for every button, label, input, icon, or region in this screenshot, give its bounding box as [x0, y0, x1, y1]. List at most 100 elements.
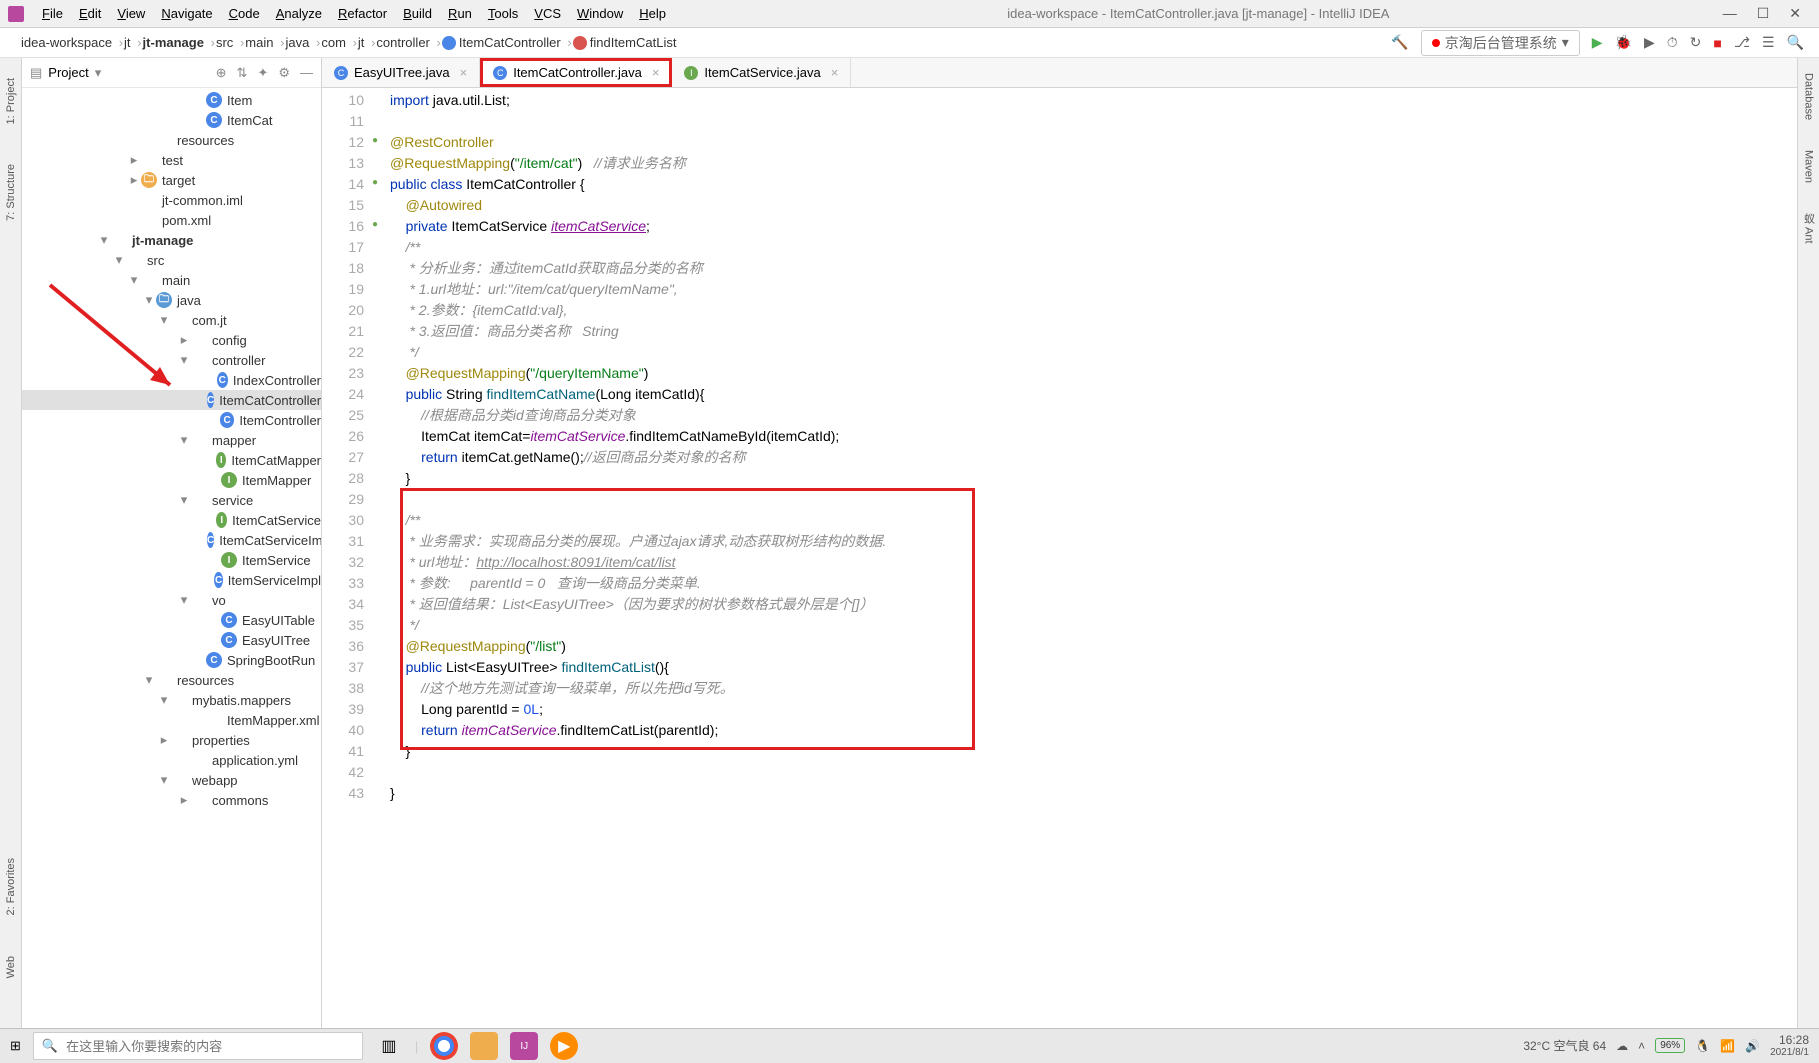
- intellij-taskbar-icon[interactable]: IJ: [510, 1032, 538, 1060]
- rail-database[interactable]: Database: [1803, 73, 1815, 120]
- tree-item-test[interactable]: ▸🗀test: [22, 150, 321, 170]
- battery-icon[interactable]: 96%: [1655, 1038, 1685, 1053]
- crumb-src[interactable]: src: [210, 35, 239, 50]
- git-icon[interactable]: ⎇: [1734, 34, 1750, 51]
- menu-navigate[interactable]: Navigate: [153, 6, 220, 21]
- tree-item-itemcatmapper[interactable]: IItemCatMapper: [22, 450, 321, 470]
- profiler-icon[interactable]: ⏱: [1667, 34, 1678, 51]
- volume-icon[interactable]: 🔊: [1745, 1039, 1760, 1053]
- tree-item-easyuitree[interactable]: CEasyUITree: [22, 630, 321, 650]
- tree-item-controller[interactable]: ▾🗀controller: [22, 350, 321, 370]
- tab-itemcatcontroller[interactable]: CItemCatController.java×: [480, 58, 672, 87]
- tree-item-mybatis-mappers[interactable]: ▾🗀mybatis.mappers: [22, 690, 321, 710]
- maximize-icon[interactable]: ☐: [1757, 5, 1770, 22]
- rail-project[interactable]: 1: Project: [5, 78, 17, 124]
- rail-favorites[interactable]: 2: Favorites: [5, 858, 17, 915]
- search-input[interactable]: [66, 1039, 354, 1054]
- crumb-itemcatcontroller[interactable]: ItemCatController: [436, 35, 567, 51]
- tree-item-itemcontroller[interactable]: CItemController: [22, 410, 321, 430]
- tree-item-springbootrun[interactable]: CSpringBootRun: [22, 650, 321, 670]
- clock-date[interactable]: 2021/8/1: [1770, 1047, 1809, 1059]
- tree-item-mapper[interactable]: ▾🗀mapper: [22, 430, 321, 450]
- menu-vcs[interactable]: VCS: [526, 6, 569, 21]
- menu-run[interactable]: Run: [440, 6, 480, 21]
- tree-item-java[interactable]: ▾🗀java: [22, 290, 321, 310]
- crumb-jt[interactable]: jt: [352, 35, 371, 50]
- hammer-icon[interactable]: 🔨: [1391, 34, 1408, 51]
- code-content[interactable]: import java.util.List; @RestController@R…: [390, 88, 886, 1028]
- chrome-icon[interactable]: [430, 1032, 458, 1060]
- rail-structure[interactable]: 7: Structure: [5, 164, 17, 221]
- menu-tools[interactable]: Tools: [480, 6, 526, 21]
- clock-time[interactable]: 16:28: [1770, 1033, 1809, 1047]
- tree-item-itemmapper-xml[interactable]: ≡ItemMapper.xml: [22, 710, 321, 730]
- structure-icon[interactable]: ☰: [1762, 34, 1775, 51]
- rail-ant[interactable]: 蚁 Ant: [1801, 213, 1817, 244]
- media-icon[interactable]: ▶: [550, 1032, 578, 1060]
- gear-icon[interactable]: ⚙: [278, 65, 290, 81]
- menu-view[interactable]: View: [109, 6, 153, 21]
- menu-help[interactable]: Help: [631, 6, 674, 21]
- crumb-com[interactable]: com: [315, 35, 352, 50]
- tree-item-easyuitable[interactable]: CEasyUITable: [22, 610, 321, 630]
- tree-item-target[interactable]: ▸🗀target: [22, 170, 321, 190]
- debug-icon[interactable]: 🐞: [1615, 34, 1632, 51]
- tree-item-itemcatserviceimpl[interactable]: CItemCatServiceImpl: [22, 530, 321, 550]
- close-tab-icon[interactable]: ×: [831, 65, 839, 80]
- close-tab-icon[interactable]: ×: [460, 65, 468, 80]
- project-tree[interactable]: CItemCItemCat🗀resources▸🗀test▸🗀target≡jt…: [22, 88, 321, 1028]
- tree-item-itemmapper[interactable]: IItemMapper: [22, 470, 321, 490]
- crumb-idea-workspace[interactable]: idea-workspace: [15, 35, 118, 50]
- wifi-icon[interactable]: 📶: [1720, 1039, 1735, 1053]
- search-icon[interactable]: 🔍: [1787, 34, 1804, 51]
- tree-item-item[interactable]: CItem: [22, 90, 321, 110]
- windows-search[interactable]: 🔍: [33, 1032, 363, 1060]
- target-icon[interactable]: ⊕: [216, 65, 227, 81]
- rail-maven[interactable]: Maven: [1803, 150, 1815, 183]
- coverage-icon[interactable]: ▶: [1644, 34, 1655, 51]
- tree-item-itemserviceimpl[interactable]: CItemServiceImpl: [22, 570, 321, 590]
- tree-item-service[interactable]: ▾🗀service: [22, 490, 321, 510]
- tree-item-properties[interactable]: ▸🗀properties: [22, 730, 321, 750]
- expand-icon[interactable]: ⇅: [237, 65, 248, 81]
- crumb-jt-manage[interactable]: jt-manage: [137, 35, 210, 50]
- tree-item-itemservice[interactable]: IItemService: [22, 550, 321, 570]
- tree-item-itemcat[interactable]: CItemCat: [22, 110, 321, 130]
- tree-item-jt-manage[interactable]: ▾🗀jt-manage: [22, 230, 321, 250]
- tree-item-commons[interactable]: ▸🗀commons: [22, 790, 321, 810]
- rail-web[interactable]: Web: [5, 956, 17, 978]
- tree-item-application-yml[interactable]: ≡application.yml: [22, 750, 321, 770]
- tree-item-com-jt[interactable]: ▾🗀com.jt: [22, 310, 321, 330]
- task-view-icon[interactable]: ▥: [375, 1032, 403, 1060]
- crumb-controller[interactable]: controller: [370, 35, 435, 50]
- tree-item-pom-xml[interactable]: ≡pom.xml: [22, 210, 321, 230]
- menu-edit[interactable]: Edit: [71, 6, 109, 21]
- tree-item-resources[interactable]: ▾🗀resources: [22, 670, 321, 690]
- tree-item-itemcatcontroller[interactable]: CItemCatController: [22, 390, 321, 410]
- tree-item-jt-common-iml[interactable]: ≡jt-common.iml: [22, 190, 321, 210]
- windows-start-icon[interactable]: ⊞: [10, 1038, 21, 1054]
- tree-item-main[interactable]: ▾🗀main: [22, 270, 321, 290]
- run-icon[interactable]: ▶: [1592, 34, 1603, 51]
- code-editor[interactable]: 1011121314151617181920212223242526272829…: [322, 88, 1797, 1028]
- run-config-selector[interactable]: 京淘后台管理系统 ▾: [1421, 30, 1580, 56]
- tree-item-vo[interactable]: ▾🗀vo: [22, 590, 321, 610]
- menu-file[interactable]: File: [34, 6, 71, 21]
- tree-item-config[interactable]: ▸🗀config: [22, 330, 321, 350]
- menu-window[interactable]: Window: [569, 6, 631, 21]
- menu-build[interactable]: Build: [395, 6, 440, 21]
- menu-analyze[interactable]: Analyze: [268, 6, 330, 21]
- menu-code[interactable]: Code: [221, 6, 268, 21]
- crumb-java[interactable]: java: [279, 35, 315, 50]
- tab-easyuitree[interactable]: CEasyUITree.java×: [322, 58, 480, 87]
- collapse-icon[interactable]: ✦: [257, 65, 268, 81]
- tab-itemcatservice[interactable]: IItemCatService.java×: [672, 58, 851, 87]
- qq-icon[interactable]: 🐧: [1695, 1039, 1710, 1053]
- tree-item-itemcatservice[interactable]: IItemCatService: [22, 510, 321, 530]
- close-icon[interactable]: ✕: [1789, 5, 1801, 22]
- explorer-icon[interactable]: [470, 1032, 498, 1060]
- weather-status[interactable]: 32°C 空气良 64: [1523, 1037, 1606, 1054]
- tree-item-resources[interactable]: 🗀resources: [22, 130, 321, 150]
- crumb-finditemcatlist[interactable]: findItemCatList: [567, 35, 683, 51]
- tree-item-webapp[interactable]: ▾🗀webapp: [22, 770, 321, 790]
